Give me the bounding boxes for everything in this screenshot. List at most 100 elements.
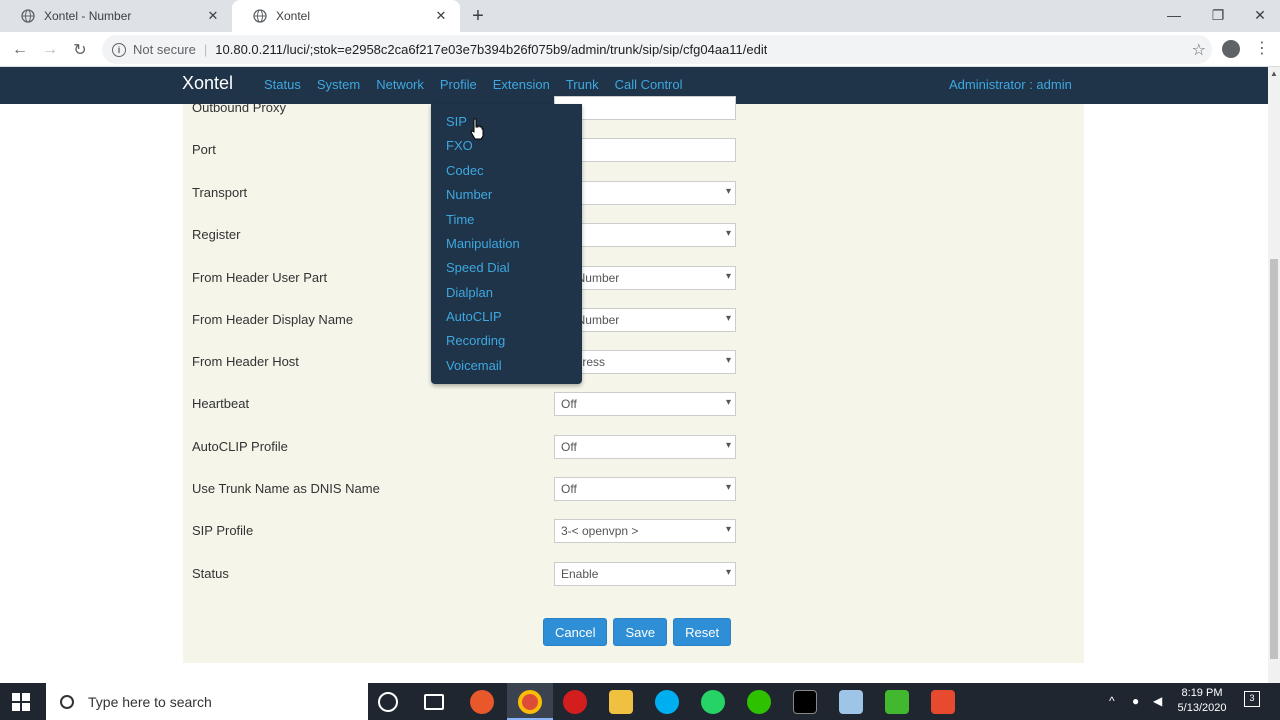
dropdown-item-sip[interactable]: SIP	[446, 114, 467, 129]
clock-date: 5/13/2020	[1177, 702, 1227, 714]
taskbar-search-placeholder: Type here to search	[88, 693, 212, 710]
browser-tab-title: Xontel - Number	[44, 9, 132, 23]
dropdown-item-voicemail[interactable]: Voicemail	[446, 358, 502, 373]
form-label: From Header User Part	[192, 270, 328, 285]
form-row: SIP Profile 3-< openvpn >	[192, 519, 736, 543]
close-icon[interactable]: ✕	[204, 7, 222, 25]
browser-tab[interactable]: Xontel - Number ✕	[0, 0, 232, 32]
task-view-icon[interactable]	[424, 694, 444, 710]
nav-extension[interactable]: Extension	[493, 77, 550, 92]
dropdown-item-time[interactable]: Time	[446, 212, 474, 227]
notification-center-icon[interactable]: 3	[1244, 691, 1260, 707]
form-row: AutoCLIP Profile Off	[192, 435, 736, 459]
browser-tab-active[interactable]: Xontel ✕	[232, 0, 460, 32]
skype-icon[interactable]	[655, 690, 679, 714]
whatsapp-icon[interactable]	[701, 690, 725, 714]
info-icon[interactable]: i	[112, 42, 126, 57]
reset-button[interactable]: Reset	[673, 618, 732, 646]
cancel-button[interactable]: Cancel	[543, 618, 608, 646]
status-select[interactable]: Enable	[554, 562, 736, 586]
form-row: Heartbeat Off	[192, 392, 736, 416]
file-explorer-icon[interactable]	[609, 690, 633, 714]
browser-tab-title: Xontel	[276, 9, 311, 23]
nav-system[interactable]: System	[317, 77, 360, 92]
dropdown-item-manipulation[interactable]: Manipulation	[446, 236, 520, 251]
camtasia-icon[interactable]	[885, 690, 909, 714]
nav-profile[interactable]: Profile	[440, 77, 477, 92]
minimize-icon[interactable]: —	[1152, 0, 1196, 30]
scroll-thumb[interactable]	[1270, 259, 1278, 659]
chevron-up-icon[interactable]: ^	[1109, 694, 1115, 708]
browser-toolbar: ← → ↻ i Not secure | 10.80.0.211/luci/;s…	[0, 32, 1280, 67]
dnis-name-select[interactable]: Off	[554, 477, 736, 501]
globe-icon	[252, 8, 268, 24]
page-scrollbar[interactable]: ▲	[1268, 67, 1280, 683]
window-close-icon[interactable]: ✕	[1238, 0, 1280, 30]
windows-taskbar: Type here to search ^ ● ◀ 8:19 PM 5/13/2…	[0, 683, 1280, 720]
menu-kebab-icon[interactable]: ⋮	[1254, 38, 1270, 58]
dropdown-item-speed-dial[interactable]: Speed Dial	[446, 260, 510, 275]
windows-start-icon[interactable]	[12, 693, 30, 711]
wechat-icon[interactable]	[747, 690, 771, 714]
new-tab-button[interactable]: +	[466, 4, 490, 28]
scroll-up-icon[interactable]: ▲	[1268, 69, 1280, 79]
heartbeat-select[interactable]: Off	[554, 392, 736, 416]
nav-network[interactable]: Network	[376, 77, 424, 92]
dropdown-item-codec[interactable]: Codec	[446, 163, 484, 178]
security-indicator: Not secure	[133, 42, 196, 57]
globe-icon	[20, 8, 36, 24]
form-label: Port	[192, 142, 216, 157]
speaker-icon[interactable]: ◀	[1153, 694, 1162, 708]
dropdown-item-autoclip[interactable]: AutoCLIP	[446, 309, 502, 324]
form-label: Register	[192, 227, 241, 242]
bookmark-star-icon[interactable]: ☆	[1192, 40, 1206, 60]
nav-trunk[interactable]: Trunk	[566, 77, 599, 92]
nav-call-control[interactable]: Call Control	[615, 77, 683, 92]
browser-tab-strip: Xontel - Number ✕ Xontel ✕ + — ❐ ✕	[0, 0, 1280, 32]
form-label: From Header Display Name	[192, 312, 354, 327]
cortana-icon[interactable]	[378, 692, 398, 712]
form-label: SIP Profile	[192, 523, 254, 538]
dropdown-item-recording[interactable]: Recording	[446, 333, 505, 348]
search-icon	[60, 694, 74, 709]
opera-icon[interactable]	[563, 690, 587, 714]
dropdown-item-fxo[interactable]: FXO	[446, 138, 473, 153]
address-bar[interactable]: i Not secure | 10.80.0.211/luci/;stok=e2…	[102, 35, 1212, 64]
save-button[interactable]: Save	[613, 618, 668, 646]
dropdown-item-dialplan[interactable]: Dialplan	[446, 285, 493, 300]
sip-profile-select[interactable]: 3-< openvpn >	[554, 519, 736, 543]
reload-icon[interactable]: ↻	[66, 36, 94, 64]
url-text: 10.80.0.211/luci/;stok=e2958c2ca6f217e03…	[215, 42, 768, 57]
form-label: Heartbeat	[192, 396, 250, 411]
form-label: Use Trunk Name as DNIS Name	[192, 481, 380, 496]
microphone-icon[interactable]: ●	[1132, 694, 1139, 708]
omnibox-separator: |	[203, 42, 208, 57]
back-arrow-icon[interactable]: ←	[6, 36, 34, 64]
close-icon[interactable]: ✕	[432, 7, 450, 25]
user-indicator[interactable]: Administrator : admin	[949, 77, 1072, 92]
system-clock[interactable]: 8:19 PM 5/13/2020	[1172, 686, 1232, 716]
form-actions: Cancel Save Reset	[543, 618, 737, 646]
firefox-icon[interactable]	[470, 690, 494, 714]
brand-logo[interactable]: Xontel	[182, 73, 233, 94]
chrome-icon[interactable]	[518, 690, 542, 714]
form-label: From Header Host	[192, 354, 299, 369]
form-row: Status Enable	[192, 562, 736, 586]
autoclip-profile-select[interactable]: Off	[554, 435, 736, 459]
form-label: Transport	[192, 185, 248, 200]
profile-avatar-icon[interactable]	[1222, 40, 1240, 58]
camtasia-recorder-icon[interactable]	[931, 690, 955, 714]
restore-icon[interactable]: ❐	[1196, 0, 1240, 30]
terminal-icon[interactable]	[793, 690, 817, 714]
form-label: Outbound Proxy	[192, 100, 286, 115]
notepad-icon[interactable]	[839, 690, 863, 714]
dropdown-item-number[interactable]: Number	[446, 187, 492, 202]
form-row: Use Trunk Name as DNIS Name Off	[192, 477, 736, 501]
forward-arrow-icon[interactable]: →	[36, 36, 64, 64]
form-label: Status	[192, 566, 229, 581]
notification-count: 3	[1249, 693, 1255, 703]
clock-time: 8:19 PM	[1181, 687, 1223, 699]
profile-dropdown-menu: SIP FXO Codec Number Time Manipulation S…	[431, 104, 582, 384]
taskbar-search-input[interactable]: Type here to search	[46, 683, 368, 720]
nav-status[interactable]: Status	[264, 77, 301, 92]
